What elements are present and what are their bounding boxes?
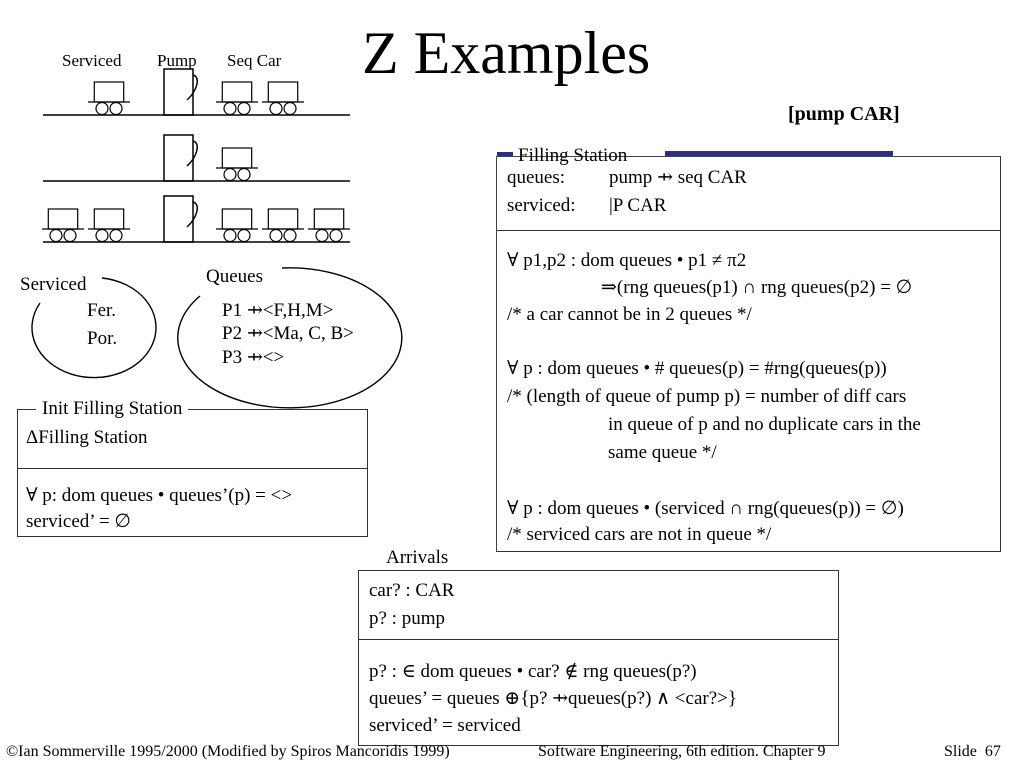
slide-title: Z Examples [362,20,651,86]
footer-slide-value: 67 [984,743,1001,760]
predicate-line: serviced’ = serviced [369,715,521,736]
schema-divider [359,639,838,640]
footer-slide-label: Slide [944,743,977,760]
car-icon [88,81,130,116]
car-icon [262,81,304,116]
pump-queue-diagram [42,68,350,243]
diagram-row [43,134,350,182]
pump-icon [163,68,198,116]
predicate-comment: /* a car cannot be in 2 queues */ [507,304,752,325]
car-icon [216,147,258,182]
serviced-set-item: Por. [87,328,118,349]
predicate-line: ∀ p : dom queues • (serviced ∩ rng(queue… [507,498,904,519]
filling-station-title: Filling Station [518,145,628,166]
diagram-row [42,195,350,243]
arrivals-schema: car? : CAR p? : pump p? : ∈ dom queues •… [358,570,839,746]
predicate-line: queues’ = queues ⊕{p? ⇸queues(p?) ∧ <car… [369,688,737,709]
car-icon [42,208,84,243]
predicate-comment: in queue of p and no duplicate cars in t… [608,414,921,435]
predicate-comment: /* serviced cars are not in queue */ [507,524,772,545]
car-icon [308,208,350,243]
declaration-type: |P CAR [609,195,667,216]
queues-set-item: P3 ⇸<> [222,347,285,368]
pump-icon [163,134,198,182]
car-icon [216,81,258,116]
declaration-line: ΔFilling Station [26,427,148,448]
queues-set-item: P2 ⇸<Ma, C, B> [222,323,354,344]
predicate-line: ∀ p1,p2 : dom queues • p1 ≠ π2 [507,250,747,271]
given-sets: [pump CAR] [788,103,900,125]
declaration-name: serviced: [507,195,576,216]
serviced-set-label: Serviced [20,274,87,295]
predicate-line: p? : ∈ dom queues • car? ∉ rng queues(p?… [369,661,697,682]
init-filling-station-schema: ΔFilling Station ∀ p: dom queues • queue… [17,409,368,537]
predicate-line: serviced’ = ∅ [26,511,131,532]
queues-set-label: Queues [206,266,263,287]
init-filling-station-title: Init Filling Station [36,398,189,420]
predicate-comment: same queue */ [608,442,717,463]
schema-divider [497,230,1000,231]
arrivals-title: Arrivals [380,547,455,569]
filling-station-schema: queues: pump ⇸ seq CAR serviced: |P CAR … [496,156,1001,552]
car-icon [216,208,258,243]
predicate-line: ∀ p: dom queues • queues’(p) = <> [26,485,293,506]
declaration-name: queues: [507,167,566,188]
footer-copyright: ©Ian Sommerville 1995/2000 (Modified by … [6,743,450,760]
declaration-line: p? : pump [369,608,445,629]
predicate-line: ∀ p : dom queues • # queues(p) = #rng(qu… [507,358,887,379]
footer-slide-number: Slide 67 [944,743,1001,761]
footer-book: Software Engineering, 6th edition. Chapt… [538,743,826,760]
declaration-line: car? : CAR [369,580,455,601]
car-icon [262,208,304,243]
car-icon [88,208,130,243]
declaration-type: pump ⇸ seq CAR [609,167,747,188]
serviced-set-item: Fer. [87,300,117,321]
diagram-row [43,68,350,116]
predicate-line: ⇒(rng queues(p1) ∩ rng queues(p2) = ∅ [601,277,913,298]
schema-divider [18,468,367,469]
predicate-comment: /* (length of queue of pump p) = number … [507,386,907,407]
pump-icon [163,195,198,243]
